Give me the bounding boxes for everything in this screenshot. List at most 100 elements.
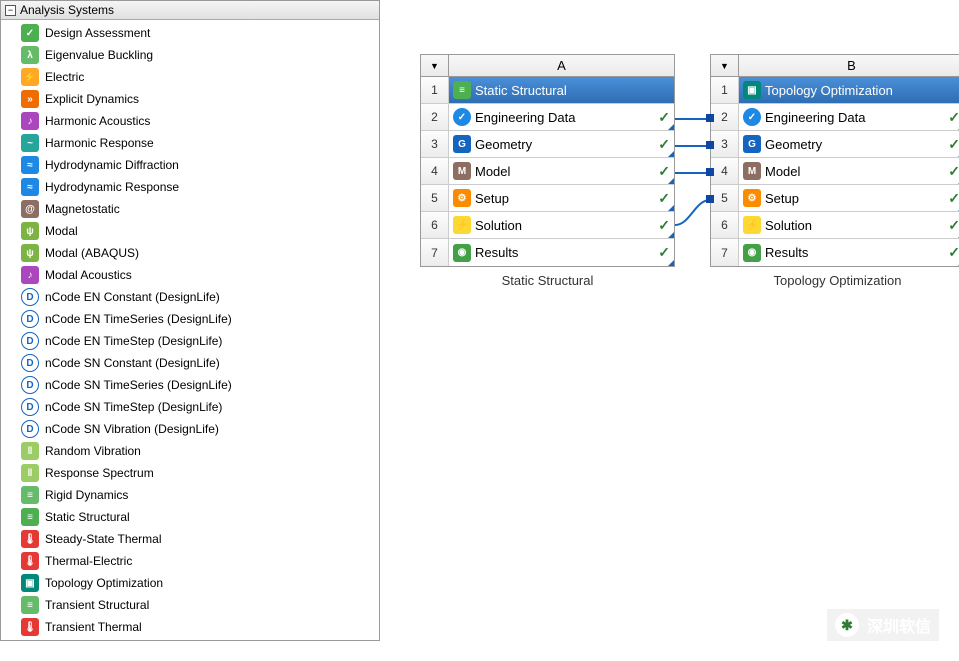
toolbox-item[interactable]: »Explicit Dynamics <box>1 88 379 110</box>
toolbox-item[interactable]: ♪Harmonic Acoustics <box>1 110 379 132</box>
system-cell[interactable]: MModel✓ <box>449 158 674 184</box>
toolbox-item[interactable]: @Magnetostatic <box>1 198 379 220</box>
toolbox-item-label: Harmonic Response <box>45 136 154 150</box>
toolbox-item[interactable]: ψModal (ABAQUS) <box>1 242 379 264</box>
share-indicator-icon <box>668 205 674 211</box>
system-cell[interactable]: GGeometry✓ <box>739 131 959 157</box>
link-node <box>706 141 714 149</box>
system-cell[interactable]: ✓Engineering Data✓ <box>739 104 959 130</box>
system-cell-row[interactable]: 5⚙Setup✓ <box>711 185 959 212</box>
toolbox-item[interactable]: 🌡 Thermal-Electric <box>1 550 379 572</box>
system-cell-row[interactable]: 7◉Results✓ <box>421 239 674 266</box>
toolbox-item[interactable]: ♪Modal Acoustics <box>1 264 379 286</box>
system-cell[interactable]: ◉Results✓ <box>449 239 674 266</box>
system-cell[interactable]: ◉Results✓ <box>739 239 959 266</box>
system-title-row[interactable]: 1 ≡ Static Structural <box>421 77 674 104</box>
collapse-icon[interactable]: − <box>5 5 16 16</box>
system-cell[interactable]: ⚙Setup✓ <box>449 185 674 211</box>
toolbox-item[interactable]: DnCode SN Constant (DesignLife) <box>1 352 379 374</box>
harmonic-resp-icon: ~ <box>21 134 39 152</box>
toolbox-item[interactable]: ≈Hydrodynamic Diffraction <box>1 154 379 176</box>
toolbox-item-label: Explicit Dynamics <box>45 92 139 106</box>
system-title-cell[interactable]: ≡ Static Structural <box>449 77 674 103</box>
system-cell[interactable]: ⚙Setup✓ <box>739 185 959 211</box>
engdata-icon: ✓ <box>453 108 471 126</box>
share-indicator-icon <box>668 260 674 266</box>
system-cell-row[interactable]: 3GGeometry✓ <box>711 131 959 158</box>
toolbox-item[interactable]: ✓Design Assessment <box>1 22 379 44</box>
toolbox-item[interactable]: DnCode EN TimeSeries (DesignLife) <box>1 308 379 330</box>
toolbox-item[interactable]: DnCode EN TimeStep (DesignLife) <box>1 330 379 352</box>
toolbox-item[interactable]: DnCode SN TimeStep (DesignLife) <box>1 396 379 418</box>
system-cell[interactable]: ⚡Solution✓ <box>739 212 959 238</box>
dropdown-handle[interactable]: ▼ <box>711 55 739 76</box>
toolbox-item[interactable]: 🌡Transient Thermal <box>1 616 379 638</box>
column-letter: B <box>739 55 959 76</box>
cell-label: Geometry <box>765 137 944 152</box>
response-icon: ‖ <box>21 464 39 482</box>
system-cell[interactable]: MModel✓ <box>739 158 959 184</box>
cell-label: Solution <box>475 218 654 233</box>
system-cell[interactable]: G Geometry ✓ <box>449 131 674 157</box>
toolbox-item-label: Thermal-Electric <box>45 554 132 568</box>
system-cell-row[interactable]: 5⚙Setup✓ <box>421 185 674 212</box>
system-cell[interactable]: ⚡Solution✓ <box>449 212 674 238</box>
toolbox-item-label: Rigid Dynamics <box>45 488 128 502</box>
toolbox-item[interactable]: ≡Rigid Dynamics <box>1 484 379 506</box>
cell-label: Geometry <box>475 137 654 152</box>
status-check-icon: ✓ <box>658 136 670 153</box>
thermal-elec-icon: 🌡 <box>21 552 39 570</box>
system-title-row[interactable]: 1 ▣ Topology Optimization <box>711 77 959 104</box>
toolbox-item[interactable]: ‖Response Spectrum <box>1 462 379 484</box>
system-cell-row[interactable]: 6⚡Solution✓ <box>421 212 674 239</box>
toolbox-item[interactable]: λEigenvalue Buckling <box>1 44 379 66</box>
toolbox-item[interactable]: 🌡Steady-State Thermal <box>1 528 379 550</box>
system-cell[interactable]: ✓Engineering Data✓ <box>449 104 674 130</box>
status-check-icon: ✓ <box>658 190 670 207</box>
toolbox-item-label: Transient Thermal <box>45 620 142 634</box>
system-cell-row[interactable]: 2✓Engineering Data✓ <box>421 104 674 131</box>
toolbox-item[interactable]: ≡Transient Structural <box>1 594 379 616</box>
system-cell-row[interactable]: 6⚡Solution✓ <box>711 212 959 239</box>
toolbox-item[interactable]: ‖Random Vibration <box>1 440 379 462</box>
system-b: ▼ B 1 ▣ Topology Optimization 2✓Engineer… <box>710 54 959 267</box>
toolbox-item[interactable]: DnCode EN Constant (DesignLife) <box>1 286 379 308</box>
system-cell-row[interactable]: 4MModel✓ <box>711 158 959 185</box>
watermark-text: 深圳软信 <box>867 613 931 637</box>
toolbox-item-label: Topology Optimization <box>45 576 163 590</box>
system-cell-row[interactable]: 4MModel✓ <box>421 158 674 185</box>
status-check-icon: ✓ <box>658 163 670 180</box>
system-title-cell[interactable]: ▣ Topology Optimization <box>739 77 959 103</box>
toolbox-item[interactable]: ~ Harmonic Response <box>1 132 379 154</box>
toolbox-item[interactable]: ψModal <box>1 220 379 242</box>
toolbox-item[interactable]: ⚡Electric <box>1 66 379 88</box>
status-check-icon: ✓ <box>948 244 959 261</box>
ncode-icon: D <box>21 398 39 416</box>
row-number: 7 <box>711 239 739 266</box>
static-icon: ≡ <box>21 508 39 526</box>
geom-icon: G <box>453 135 471 153</box>
panel-title: Analysis Systems <box>20 3 114 17</box>
row-number: 1 <box>711 77 739 103</box>
hydro-icon: ≈ <box>21 178 39 196</box>
dropdown-handle[interactable]: ▼ <box>421 55 449 76</box>
cell-label: Setup <box>765 191 944 206</box>
model-icon: M <box>453 162 471 180</box>
system-cell-row[interactable]: 3GGeometry✓ <box>421 131 674 158</box>
toolbox-item[interactable]: ≈Hydrodynamic Response <box>1 176 379 198</box>
link-engdata <box>675 118 710 120</box>
cell-label: Solution <box>765 218 944 233</box>
panel-header[interactable]: − Analysis Systems <box>1 1 379 20</box>
system-cell-row[interactable]: 7◉Results✓ <box>711 239 959 266</box>
toolbox-item-label: Design Assessment <box>45 26 150 40</box>
share-indicator-icon <box>668 232 674 238</box>
toolbox-item[interactable]: DnCode SN TimeSeries (DesignLife) <box>1 374 379 396</box>
toolbox-item[interactable]: ▣Topology Optimization <box>1 572 379 594</box>
static-structural-icon: ≡ <box>453 81 471 99</box>
cell-label: Model <box>765 164 944 179</box>
status-check-icon: ✓ <box>948 163 959 180</box>
toolbox-item[interactable]: DnCode SN Vibration (DesignLife) <box>1 418 379 440</box>
system-cell-row[interactable]: 2✓Engineering Data✓ <box>711 104 959 131</box>
toolbox-item[interactable]: ≡Static Structural <box>1 506 379 528</box>
trans-struct-icon: ≡ <box>21 596 39 614</box>
